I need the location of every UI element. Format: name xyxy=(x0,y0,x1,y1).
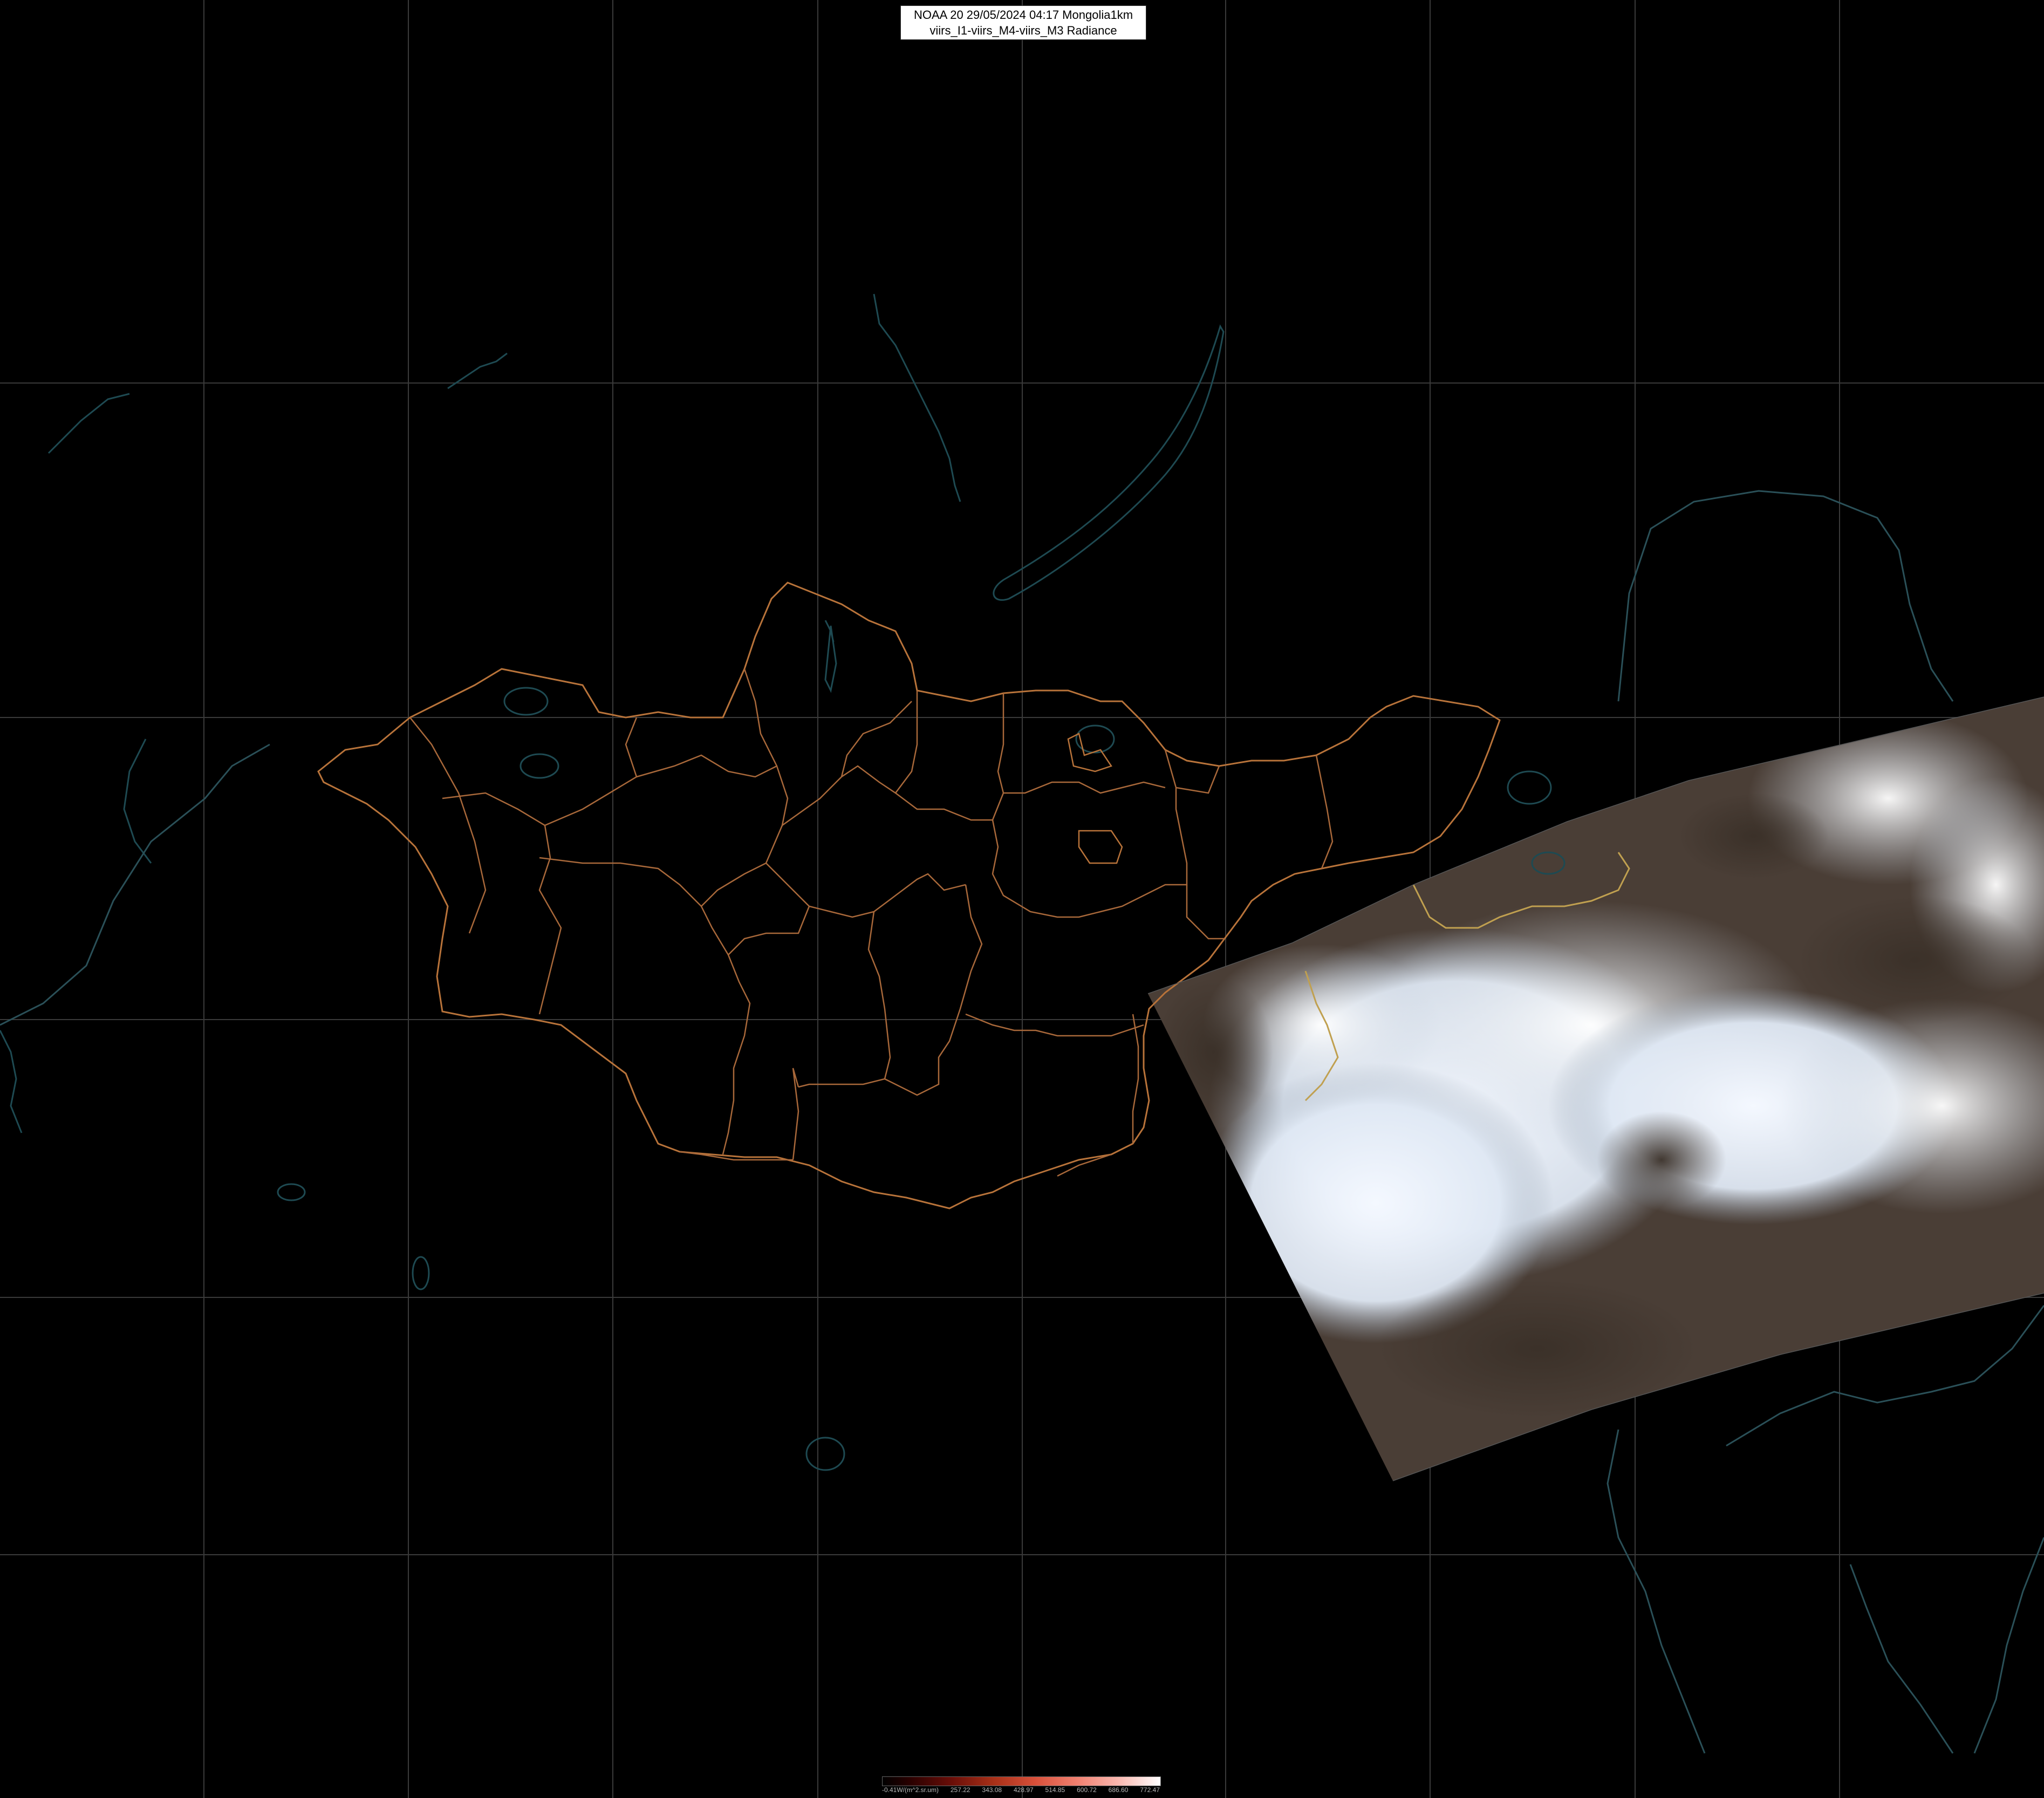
colorbar-tick: 600.72 xyxy=(1077,1786,1097,1794)
colorbar-tick: 772.47 xyxy=(1140,1786,1160,1794)
satellite-map xyxy=(0,0,2044,1798)
colorbar-tick: 428.97 xyxy=(1013,1786,1034,1794)
colorbar-tick: 686.60 xyxy=(1108,1786,1129,1794)
title-line-2: viirs_I1-viirs_M4-viirs_M3 Radiance xyxy=(929,24,1117,37)
colorbar: -0.41W/(m^2.sr.um) 257.22 343.08 428.97 … xyxy=(882,1776,1161,1797)
colorbar-gradient xyxy=(882,1776,1161,1786)
colorbar-tick: 343.08 xyxy=(982,1786,1002,1794)
colorbar-labels: -0.41W/(m^2.sr.um) 257.22 343.08 428.97 … xyxy=(882,1786,1160,1794)
colorbar-tick: 257.22 xyxy=(950,1786,970,1794)
image-title: NOAA 20 29/05/2024 04:17 Mongolia1km vii… xyxy=(900,5,1146,40)
colorbar-tick: 514.85 xyxy=(1045,1786,1065,1794)
title-line-1: NOAA 20 29/05/2024 04:17 Mongolia1km xyxy=(913,8,1133,22)
colorbar-unit-label: -0.41W/(m^2.sr.um) xyxy=(882,1786,939,1794)
